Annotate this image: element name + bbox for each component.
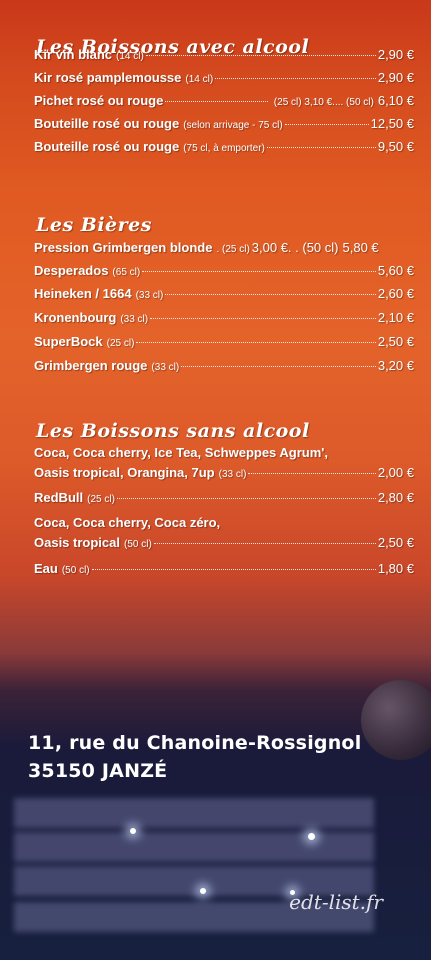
- item-price: 2,50 €: [377, 334, 414, 349]
- item-price-small: 3,00 €. . (50 cl): [251, 240, 339, 255]
- dot-leader: [150, 317, 376, 319]
- dot-leader: [181, 365, 376, 367]
- section-title-soft: Les Boissons sans alcool: [36, 420, 310, 442]
- item-size: (50 cl): [123, 539, 152, 550]
- item-price: 1,80 €: [377, 561, 414, 576]
- blurred-info: [14, 798, 374, 828]
- item-size: (25 cl): [87, 494, 115, 505]
- menu-row: Heineken / 1664 (33 cl) 2,60 €: [34, 286, 414, 308]
- item-name: Grimbergen rouge: [34, 358, 148, 373]
- menu-row: Oasis tropical (50 cl) 2,50 €: [34, 535, 414, 557]
- menu-row: Eau (50 cl) 1,80 €: [34, 561, 414, 583]
- dot-leader: [91, 568, 376, 570]
- planet-icon: [361, 680, 431, 760]
- item-size: (25 cl) 3,10 €.... (50 cl): [273, 97, 374, 108]
- item-name: Pression Grimbergen blonde: [34, 240, 213, 255]
- section-title-beers: Les Bières: [36, 214, 152, 236]
- dot-leader: [145, 54, 376, 56]
- item-name: Kir vin blanc: [34, 47, 113, 62]
- star-icon: [130, 828, 136, 834]
- item-name: Bouteille rosé ou rouge: [34, 116, 180, 131]
- item-name: Kir rosé pamplemousse: [34, 70, 182, 85]
- menu-row: Pichet rosé ou rouge (25 cl) 3,10 €.... …: [34, 93, 414, 115]
- item-price: 2,10 €: [377, 310, 414, 325]
- menu-row: Bouteille rosé ou rouge (75 cl, à emport…: [34, 139, 414, 161]
- watermark: edt-list.fr: [289, 890, 383, 914]
- item-size: (65 cl): [112, 267, 141, 278]
- dot-leader: [165, 293, 376, 295]
- item-price: 2,90 €: [377, 47, 414, 62]
- item-price: 2,80 €: [377, 490, 414, 505]
- item-size: (33 cl): [120, 314, 149, 325]
- item-size: (33 cl): [135, 290, 164, 301]
- star-icon: [200, 888, 206, 894]
- item-size: (14 cl): [185, 74, 214, 85]
- dot-leader: [284, 123, 369, 125]
- item-price: 5,80 €: [342, 240, 379, 255]
- item-name: Heineken / 1664: [34, 286, 132, 301]
- item-name: Bouteille rosé ou rouge: [34, 139, 180, 154]
- item-size: (25 cl): [106, 338, 135, 349]
- item-name: Oasis tropical: [34, 535, 120, 550]
- address-street: 11, rue du Chanoine-Rossignol: [28, 732, 362, 754]
- menu-row: Desperados (65 cl) 5,60 €: [34, 263, 414, 285]
- dot-leader: [153, 542, 376, 544]
- item-name: Coca, Coca cherry, Ice Tea, Schweppes Ag…: [34, 445, 329, 460]
- item-price: 2,90 €: [377, 70, 414, 85]
- dot-leader: [165, 100, 268, 102]
- item-price: 9,50 €: [377, 139, 414, 154]
- dot-leader: [248, 472, 376, 474]
- menu-row: Grimbergen rouge (33 cl) 3,20 €: [34, 358, 414, 380]
- dot-leader: [266, 146, 376, 148]
- item-name: Pichet rosé ou rouge: [34, 93, 164, 108]
- star-icon: [308, 833, 315, 840]
- space-background: 11, rue du Chanoine-Rossignol 35150 JANZ…: [0, 650, 431, 960]
- address-city: 35150 JANZÉ: [28, 760, 168, 782]
- item-price: 2,60 €: [377, 286, 414, 301]
- item-size: (33 cl): [218, 469, 247, 480]
- item-name: Desperados: [34, 263, 109, 278]
- menu-row: Bouteille rosé ou rouge (selon arrivage …: [34, 116, 414, 138]
- item-size: (selon arrivage - 75 cl): [183, 120, 283, 131]
- dot-leader: [215, 77, 376, 79]
- item-price: 2,50 €: [377, 535, 414, 550]
- dot-leader: [136, 341, 376, 343]
- menu-row: Kronenbourg (33 cl) 2,10 €: [34, 310, 414, 332]
- item-name: Oasis tropical, Orangina, 7up: [34, 465, 215, 480]
- menu-row: Oasis tropical, Orangina, 7up (33 cl) 2,…: [34, 465, 414, 487]
- item-name: SuperBock: [34, 334, 103, 349]
- item-price: 12,50 €: [370, 116, 414, 131]
- menu-row: Kir vin blanc (14 cl) 2,90 €: [34, 47, 414, 69]
- item-price: 5,60 €: [377, 263, 414, 278]
- item-size: (50 cl): [61, 565, 90, 576]
- item-price: 6,10 €: [377, 93, 414, 108]
- item-name: Coca, Coca cherry, Coca zéro,: [34, 515, 221, 530]
- item-name: Kronenbourg: [34, 310, 117, 325]
- item-size: (14 cl): [116, 51, 144, 62]
- item-name: RedBull: [34, 490, 84, 505]
- item-name: Eau: [34, 561, 58, 576]
- item-size: (75 cl, à emporter): [183, 143, 265, 154]
- menu-row: Kir rosé pamplemousse (14 cl) 2,90 €: [34, 70, 414, 92]
- item-size: . (25 cl): [216, 244, 250, 255]
- blurred-info: [14, 832, 374, 862]
- dot-leader: [142, 270, 376, 272]
- item-size: (33 cl): [151, 362, 180, 373]
- menu-row: RedBull (25 cl) 2,80 €: [34, 490, 414, 512]
- menu-row: Pression Grimbergen blonde . (25 cl) 3,0…: [34, 240, 414, 262]
- item-price: 3,20 €: [377, 358, 414, 373]
- dot-leader: [116, 497, 376, 499]
- menu-row: SuperBock (25 cl) 2,50 €: [34, 334, 414, 356]
- item-price: 2,00 €: [377, 465, 414, 480]
